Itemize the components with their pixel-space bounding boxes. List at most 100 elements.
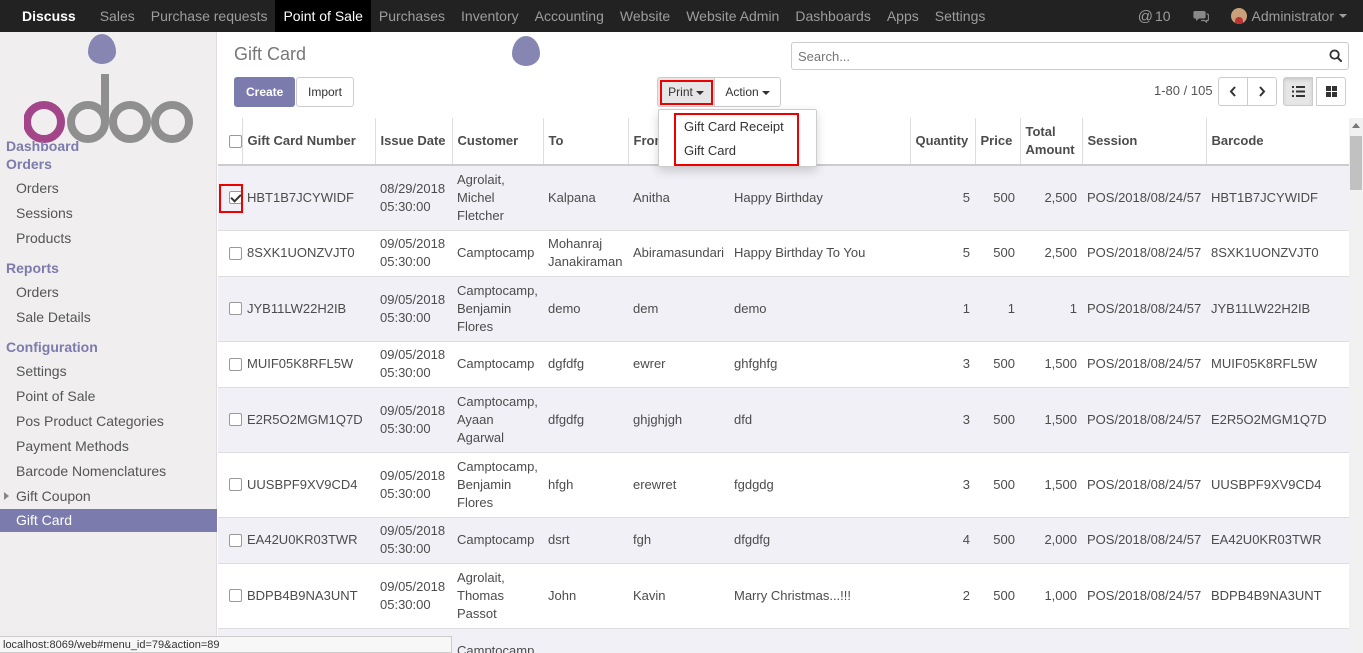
row-select-cell[interactable] xyxy=(218,387,242,453)
select-all-checkbox[interactable] xyxy=(229,134,242,148)
table-row[interactable]: MUIF05K8RFL5W 09/05/2018 05:30:00 Camptoca… xyxy=(218,341,1349,388)
column-header-total-amount[interactable]: Total Amount xyxy=(1020,118,1083,166)
row-select-cell[interactable] xyxy=(218,563,242,629)
table-row[interactable]: E2R5O2MGM1Q7D 09/05/2018 05:30:00 Camptoca… xyxy=(218,387,1349,453)
cell-price: 500 xyxy=(975,165,1020,231)
column-header-barcode[interactable]: Barcode xyxy=(1206,118,1349,166)
cell-session xyxy=(1082,628,1206,653)
topmenu-item-website-admin[interactable]: Website Admin xyxy=(678,0,787,32)
cell-to: Kalpana xyxy=(543,165,628,231)
sidebar-item-gift-card[interactable]: Gift Card xyxy=(0,509,217,532)
column-header-quantity[interactable]: Quantity xyxy=(910,118,976,166)
row-select-cell[interactable] xyxy=(218,341,242,388)
pager-next-button[interactable] xyxy=(1247,77,1277,106)
chevron-down-icon xyxy=(1339,14,1347,18)
cell-from: Kavin xyxy=(628,563,729,629)
topmenu-item-apps[interactable]: Apps xyxy=(879,0,927,32)
table-row[interactable]: EA42U0KR03TWR 09/05/2018 05:30:00 Camptoca… xyxy=(218,517,1349,564)
sidebar-item-pos-product-categories[interactable]: Pos Product Categories xyxy=(0,409,217,433)
column-header-customer[interactable]: Customer xyxy=(452,118,544,166)
sidebar-item-gift-coupon[interactable]: Gift Coupon xyxy=(0,484,217,508)
sidebar-item-orders[interactable]: Orders xyxy=(0,176,217,200)
cell-customer: Agrolait, Thomas Passot xyxy=(452,563,543,629)
cell-session: POS/2018/08/24/57 xyxy=(1082,165,1206,231)
highlight-print-button xyxy=(660,80,713,105)
cell-total: 2,500 xyxy=(1020,165,1082,231)
app-switcher-discuss[interactable]: Discuss xyxy=(0,0,92,32)
cell-to: Mohanraj Janakiraman xyxy=(543,230,628,277)
sidebar-item-payment-methods[interactable]: Payment Methods xyxy=(0,434,217,458)
row-checkbox[interactable] xyxy=(229,246,242,260)
chat-button[interactable] xyxy=(1179,10,1223,23)
column-header-price[interactable]: Price xyxy=(975,118,1021,166)
create-button[interactable]: Create xyxy=(234,77,296,107)
topmenu-item-purchases[interactable]: Purchases xyxy=(371,0,453,32)
cell-date: 09/05/2018 05:30:00 xyxy=(375,517,452,564)
topmenu-item-point-of-sale[interactable]: Point of Sale xyxy=(275,0,371,32)
sidebar-section-reports: Reports xyxy=(6,260,59,276)
kanban-view-button[interactable] xyxy=(1316,77,1346,106)
sidebar-section-dashboard[interactable]: Dashboard xyxy=(6,138,79,154)
table-row[interactable]: UUSBPF9XV9CD4 09/05/2018 05:30:00 Camptoca… xyxy=(218,452,1349,518)
column-header-session[interactable]: Session xyxy=(1082,118,1207,166)
topmenu-item-purchase-requests[interactable]: Purchase requests xyxy=(143,0,276,32)
sidebar-item-point-of-sale[interactable]: Point of Sale xyxy=(0,384,217,408)
scroll-thumb[interactable] xyxy=(1350,136,1362,190)
cell-total: 1,000 xyxy=(1020,563,1082,629)
row-select-cell[interactable] xyxy=(218,517,242,564)
mentions-counter[interactable]: @ 10 xyxy=(1130,8,1179,25)
table-row[interactable]: 8SXK1UONZVJT0 09/05/2018 05:30:00 Camptoca… xyxy=(218,230,1349,277)
sidebar-item-settings[interactable]: Settings xyxy=(0,359,217,383)
highlight-print-menu xyxy=(674,113,799,166)
user-menu[interactable]: Administrator xyxy=(1223,8,1363,24)
cell-customer: Camptocamp, Ayaan Agarwal xyxy=(452,387,543,453)
scrollbar[interactable] xyxy=(1349,118,1363,653)
topmenu-item-dashboards[interactable]: Dashboards xyxy=(787,0,879,32)
row-checkbox[interactable] xyxy=(229,478,242,491)
import-button[interactable]: Import xyxy=(296,77,355,107)
cell-qty: 3 xyxy=(910,387,975,453)
pager-previous-button[interactable] xyxy=(1218,77,1248,106)
cell-to: demo xyxy=(543,276,628,342)
list-view-button[interactable] xyxy=(1283,77,1313,106)
sidebar-item-barcode-nomenclatures[interactable]: Barcode Nomenclatures xyxy=(0,459,217,483)
search-input[interactable] xyxy=(792,43,1312,69)
sidebar-item-sale-details[interactable]: Sale Details xyxy=(0,305,217,329)
cell-date: 09/05/2018 05:30:00 xyxy=(375,276,452,342)
scroll-up-icon[interactable] xyxy=(1352,123,1360,128)
row-select-cell[interactable] xyxy=(218,230,242,277)
topmenu-item-settings[interactable]: Settings xyxy=(927,0,994,32)
table-row[interactable]: JYB11LW22H2IB 09/05/2018 05:30:00 Camptoca… xyxy=(218,276,1349,342)
search-icon[interactable] xyxy=(1329,49,1342,62)
row-checkbox[interactable] xyxy=(229,413,242,426)
row-checkbox[interactable] xyxy=(229,357,242,371)
sidebar-item-products[interactable]: Products xyxy=(0,226,217,250)
row-select-cell[interactable] xyxy=(218,452,242,518)
table-row[interactable]: BDPB4B9NA3UNT 09/05/2018 05:30:00 Agrolait… xyxy=(218,563,1349,629)
sidebar-item-sessions[interactable]: Sessions xyxy=(0,201,217,225)
pager-value[interactable]: 1-80 / 105 xyxy=(1154,83,1213,98)
select-all-cell[interactable] xyxy=(218,118,243,166)
action-button[interactable]: Action xyxy=(714,77,781,107)
topmenu-item-website[interactable]: Website xyxy=(612,0,678,32)
table-row[interactable]: HBT1B7JCYWIDF 08/29/2018 05:30:00 Agrolait… xyxy=(218,165,1349,231)
topmenu-item-inventory[interactable]: Inventory xyxy=(453,0,527,32)
row-select-cell[interactable] xyxy=(218,276,242,342)
row-checkbox[interactable] xyxy=(229,302,242,315)
cell-barcode: JYB11LW22H2IB xyxy=(1206,276,1349,342)
cell-message: dfd xyxy=(729,387,910,453)
cell-date: 09/05/2018 05:30:00 xyxy=(375,341,452,388)
topmenu-item-sales[interactable]: Sales xyxy=(92,0,143,32)
column-header-to[interactable]: To xyxy=(543,118,629,166)
row-checkbox[interactable] xyxy=(229,533,242,547)
column-header-issue-date[interactable]: Issue Date xyxy=(375,118,453,166)
at-icon: @ xyxy=(1137,7,1153,25)
search-box[interactable] xyxy=(791,42,1349,70)
cell-number: EA42U0KR03TWR xyxy=(242,517,375,564)
cell-number: JYB11LW22H2IB xyxy=(242,276,375,342)
column-header-gift-card-number[interactable]: Gift Card Number xyxy=(242,118,376,166)
row-checkbox[interactable] xyxy=(229,589,242,602)
topmenu-item-accounting[interactable]: Accounting xyxy=(527,0,612,32)
cell-from xyxy=(628,628,729,653)
sidebar-item-report-orders[interactable]: Orders xyxy=(0,280,217,304)
